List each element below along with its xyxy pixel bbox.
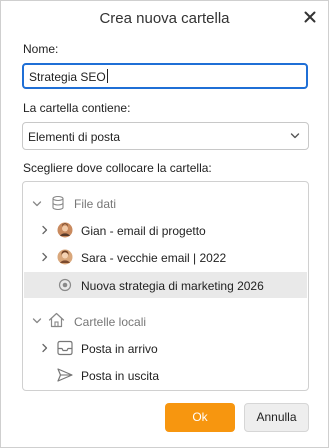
contains-select-value: Elementi di posta [28, 130, 121, 144]
location-label: Scegliere dove collocare la cartella: [23, 161, 212, 175]
chevron-down-icon[interactable] [32, 199, 42, 209]
database-icon [52, 195, 64, 211]
tree-item-file-dati[interactable]: File dati [24, 190, 307, 216]
create-folder-dialog: Crea nuova cartella Nome: Strategia SEO … [0, 0, 329, 448]
tree-item-label: Nuova strategia di marketing 2026 [81, 279, 264, 293]
inbox-icon [57, 340, 73, 356]
name-label: Nome: [23, 42, 59, 56]
chevron-right-icon[interactable] [40, 225, 50, 235]
radio-icon [58, 278, 72, 292]
chevron-right-icon[interactable] [40, 252, 50, 262]
close-icon[interactable] [302, 9, 318, 25]
text-caret [106, 69, 108, 83]
tree-item-sara[interactable]: Sara - vecchie email | 2022 [24, 244, 307, 270]
chevron-right-icon[interactable] [40, 343, 50, 353]
ok-button[interactable]: Ok [165, 403, 235, 432]
chevron-down-icon [290, 133, 300, 139]
tree-item-label: Posta in arrivo [81, 342, 158, 356]
contains-label: La cartella contiene: [23, 101, 131, 115]
tree-item-label: File dati [74, 197, 117, 211]
name-input-value: Strategia SEO [29, 70, 106, 84]
avatar-icon [57, 249, 73, 265]
tree-item-label: Cartelle locali [74, 315, 147, 329]
tree-item-label: Sara - vecchie email | 2022 [81, 251, 227, 265]
tree-item-posta-in-arrivo[interactable]: Posta in arrivo [24, 335, 307, 361]
avatar-icon [57, 222, 73, 238]
tree-item-gian[interactable]: Gian - email di progetto [24, 217, 307, 243]
send-icon [57, 368, 73, 382]
folder-tree: File dati Gian - email di progetto Sara … [22, 181, 309, 391]
tree-item-nuova-strategia[interactable]: Nuova strategia di marketing 2026 [24, 272, 307, 298]
cancel-button[interactable]: Annulla [244, 403, 309, 432]
tree-item-cartelle-locali[interactable]: Cartelle locali [24, 308, 307, 334]
chevron-down-icon[interactable] [32, 316, 42, 326]
dialog-titlebar: Crea nuova cartella [1, 1, 328, 37]
contains-select[interactable]: Elementi di posta [22, 122, 309, 150]
tree-item-label: Posta in uscita [81, 369, 160, 383]
name-input[interactable]: Strategia SEO [22, 63, 308, 89]
home-icon [48, 312, 65, 328]
dialog-title: Crea nuova cartella [99, 10, 230, 27]
tree-item-label: Gian - email di progetto [81, 224, 206, 238]
tree-item-posta-in-uscita[interactable]: Posta in uscita [24, 362, 307, 388]
